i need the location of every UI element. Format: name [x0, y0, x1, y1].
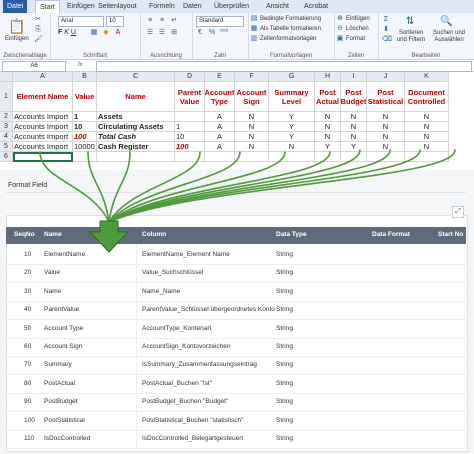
seqno-cell: 10	[24, 251, 32, 258]
seqno-cell: 90	[24, 398, 32, 406]
seqno-cell: 40	[24, 306, 32, 314]
name-cell: Value	[44, 269, 61, 277]
column-header-data-format[interactable]: Data Format	[372, 231, 410, 238]
seqno-cell: 60	[24, 343, 32, 350]
data-type-cell: String	[276, 251, 293, 258]
column-cell: Value_Suchschlüssel	[142, 269, 204, 277]
data-type-cell: String	[276, 306, 293, 314]
seqno-cell: 110	[24, 435, 35, 442]
seqno-cell: 100	[24, 416, 35, 424]
name-cell: Name	[44, 287, 62, 295]
column-cell: Name_Name	[142, 287, 181, 295]
name-cell: Account Type	[44, 324, 84, 332]
data-type-cell: String	[276, 435, 293, 442]
mapping-arrow-line	[108, 149, 391, 223]
data-type-cell: String	[276, 269, 293, 277]
column-cell: ElementName_Element Name	[142, 251, 230, 258]
seqno-cell: 20	[24, 269, 32, 277]
column-header-column[interactable]: Column	[142, 231, 166, 238]
column-cell: IsSummary_Zusammenfassungseintrag	[142, 361, 257, 369]
name-cell: Summary	[44, 361, 72, 369]
mapping-arrow-line	[108, 149, 456, 223]
data-type-cell: String	[276, 343, 293, 350]
seqno-cell: 30	[24, 287, 32, 295]
column-header-seqno[interactable]: SeqNo	[14, 231, 35, 238]
data-type-cell: String	[276, 324, 293, 332]
column-cell: AccountType_Kontenart	[142, 324, 212, 332]
seqno-cell: 70	[24, 361, 32, 369]
column-cell: IsDocControlled_Belegartgesteuert	[142, 435, 244, 442]
name-cell: ParentValue	[44, 306, 80, 314]
data-type-cell: String	[276, 379, 293, 387]
name-cell: PostBudget	[44, 398, 78, 406]
column-header-data-type[interactable]: Data Type	[276, 231, 307, 238]
data-type-cell: String	[276, 361, 293, 369]
column-divider	[136, 244, 137, 448]
mapping-arrow-line	[87, 151, 110, 223]
column-cell: PostActual_Buchen "Ist"	[142, 379, 213, 387]
data-type-cell: String	[276, 416, 293, 424]
column-cell: PostStatistical_Buchen "statistisch"	[142, 416, 244, 424]
data-type-cell: String	[276, 287, 293, 295]
name-cell: Account Sign	[44, 343, 83, 350]
mapping-arrow-line	[108, 149, 421, 223]
column-cell: AccountSign_Kontovorzeichen	[142, 343, 231, 350]
column-cell: PostBudget_Buchen "Budget"	[142, 398, 229, 406]
name-cell: PostStatistical	[44, 416, 85, 424]
seqno-cell: 80	[24, 379, 32, 387]
seqno-cell: 50	[24, 324, 32, 332]
table-row[interactable]	[6, 283, 466, 302]
column-header-start-no[interactable]: Start No	[438, 231, 463, 238]
name-cell: IsDocControlled	[44, 435, 91, 442]
name-cell: ElementName	[44, 251, 86, 258]
data-type-cell: String	[276, 398, 293, 406]
column-header-name[interactable]: Name	[44, 231, 62, 238]
table-row[interactable]	[6, 264, 466, 284]
name-cell: PostActual	[44, 379, 76, 387]
column-cell: ParentValue_Schlüssel übergeordnetes Kon…	[142, 306, 275, 314]
mapping-arrow-line	[108, 151, 201, 223]
